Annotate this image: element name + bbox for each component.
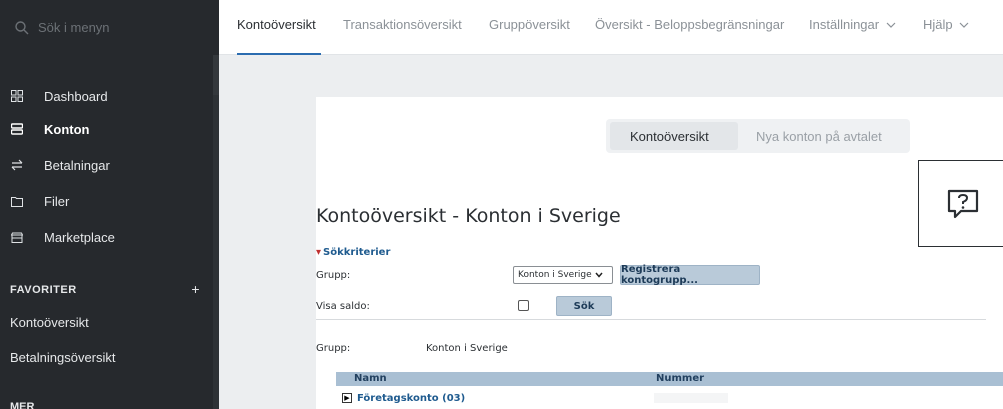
account-link[interactable]: Företagskonto (03) xyxy=(357,393,465,404)
sidebar-item-dashboard[interactable]: Dashboard xyxy=(0,81,213,111)
expand-row-icon[interactable]: ▶ xyxy=(342,393,352,403)
sidebar-item-label: Konton xyxy=(44,121,90,137)
feedback-button[interactable] xyxy=(918,160,1003,247)
group-label: Grupp: xyxy=(316,270,351,281)
sidebar-item-filer[interactable]: Filer xyxy=(0,186,213,216)
favorites-section-title: FAVORITER + xyxy=(10,281,200,297)
group-select[interactable]: Konton i Sverige xyxy=(513,266,613,284)
tab-gruppoversikt[interactable]: Gruppöversikt xyxy=(489,17,570,32)
show-balance-label: Visa saldo: xyxy=(316,301,370,312)
search-button[interactable]: Sök xyxy=(556,296,612,316)
page-title: Kontoöversikt - Konton i Sverige xyxy=(316,205,621,227)
active-tab-indicator xyxy=(237,53,321,55)
menu-search[interactable]: Sök i menyn xyxy=(0,0,219,55)
favorites-title: FAVORITER xyxy=(10,284,77,296)
favorite-item-kontooversikt[interactable]: Kontoöversikt xyxy=(10,315,89,330)
account-number-cell xyxy=(654,393,728,403)
segment-kontooversikt[interactable]: Kontoöversikt xyxy=(630,129,709,144)
content-card: Kontoöversikt Nya konton på avtalet Kont… xyxy=(316,97,1003,409)
add-favorite-button[interactable]: + xyxy=(191,281,200,297)
sidebar-item-label: Marketplace xyxy=(44,229,115,245)
tab-installningar-label: Inställningar xyxy=(809,17,880,32)
sidebar-item-label: Filer xyxy=(44,193,70,209)
chevron-down-icon xyxy=(886,22,896,28)
sidebar-item-label: Dashboard xyxy=(44,88,108,104)
segment-nya-konton[interactable]: Nya konton på avtalet xyxy=(756,129,882,144)
group-select-value: Konton i Sverige xyxy=(518,270,592,280)
sidebar-item-label: Betalningar xyxy=(44,157,110,173)
caret-down-icon: ▾ xyxy=(316,247,322,258)
register-group-button[interactable]: Registrera kontogrupp... xyxy=(620,264,760,286)
show-balance-checkbox[interactable] xyxy=(518,300,529,311)
sidebar-item-marketplace[interactable]: Marketplace xyxy=(0,222,213,252)
feedback-icon xyxy=(947,189,979,218)
app-window: Sök i menyn Dashboard Konton Betalningar… xyxy=(0,0,1003,409)
chevron-down-icon xyxy=(959,22,969,28)
chevron-down-icon xyxy=(595,272,603,278)
transfer-icon xyxy=(10,158,24,172)
menu-search-placeholder: Sök i menyn xyxy=(38,20,110,35)
sidebar-scroll-thumb[interactable] xyxy=(213,55,219,95)
dashboard-icon xyxy=(10,89,24,103)
more-section-title: MER xyxy=(10,401,35,409)
sidebar-scrollbar[interactable] xyxy=(213,55,219,409)
search-criteria-toggle[interactable]: ▾ Sökkriterier xyxy=(316,247,390,258)
accounts-table-header: Namn Nummer xyxy=(336,372,1003,386)
tab-transaktionsoversikt[interactable]: Transaktionsöversikt xyxy=(343,17,462,32)
column-header-nummer[interactable]: Nummer xyxy=(656,373,704,384)
sidebar-item-konton[interactable]: Konton xyxy=(0,114,213,144)
tab-beloppsbegransningar[interactable]: Översikt - Beloppsbegränsningar xyxy=(595,17,784,32)
tab-kontooversikt[interactable]: Kontoöversikt xyxy=(237,17,316,32)
store-icon xyxy=(10,230,24,244)
search-criteria-label: Sökkriterier xyxy=(323,247,391,258)
folder-icon xyxy=(10,194,24,208)
tab-hjalp[interactable]: Hjälp xyxy=(923,17,969,32)
sidebar: Sök i menyn Dashboard Konton Betalningar… xyxy=(0,0,219,409)
favorite-item-betalningsoversikt[interactable]: Betalningsöversikt xyxy=(10,350,116,365)
summary-group-value: Konton i Sverige xyxy=(426,343,508,354)
divider xyxy=(316,319,986,320)
top-navigation: Kontoöversikt Transaktionsöversikt Grupp… xyxy=(219,0,1003,55)
column-header-namn[interactable]: Namn xyxy=(354,373,387,384)
tab-installningar[interactable]: Inställningar xyxy=(809,17,896,32)
summary-group-label: Grupp: xyxy=(316,343,351,354)
tab-hjalp-label: Hjälp xyxy=(923,17,953,32)
accounts-icon xyxy=(10,122,24,136)
search-icon xyxy=(15,20,29,34)
view-segment-control: Kontoöversikt Nya konton på avtalet xyxy=(606,119,910,153)
sidebar-item-betalningar[interactable]: Betalningar xyxy=(0,150,213,180)
